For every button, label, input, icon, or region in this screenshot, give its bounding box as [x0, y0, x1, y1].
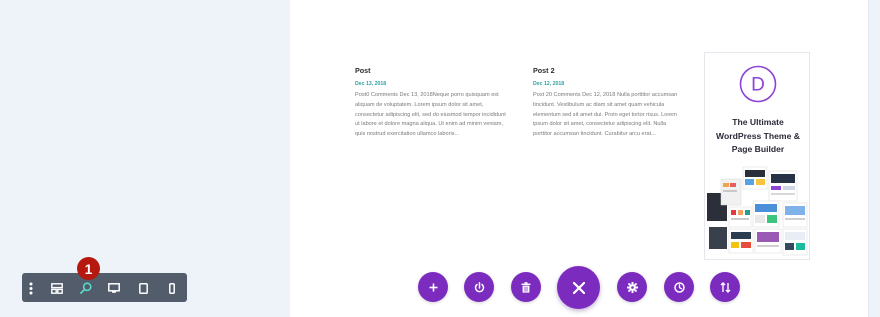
- post-title[interactable]: Post 2: [533, 66, 685, 75]
- tablet-view-icon: [138, 282, 148, 294]
- settings-menu-button[interactable]: [22, 278, 40, 298]
- history-icon: [673, 281, 685, 293]
- wireframe-view-button[interactable]: [47, 278, 67, 298]
- post-excerpt: Post0 Comments Dec 13, 2018Neque porro q…: [355, 92, 506, 138]
- post-date: Dec 12, 2018: [533, 81, 565, 87]
- page-settings-button[interactable]: [617, 272, 647, 302]
- step-number-badge: 1: [77, 257, 100, 280]
- divi-ad-banner[interactable]: D The Ultimate WordPress Theme & Page Bu…: [704, 52, 810, 260]
- sort-button[interactable]: [710, 272, 740, 302]
- zoom-icon: [80, 282, 92, 294]
- close-icon: [572, 281, 585, 294]
- wireframe-view-icon: [51, 282, 63, 294]
- sort-icon: [720, 281, 730, 293]
- phone-view-icon: [169, 282, 175, 294]
- add-icon: [429, 283, 437, 291]
- phone-view-button[interactable]: [162, 278, 182, 298]
- portability-icon: [474, 281, 484, 292]
- editing-history-button[interactable]: [664, 272, 694, 302]
- post-card-1: Post Dec 13, 2018 Post0 Comments Dec 13,…: [355, 66, 507, 140]
- right-gutter: [868, 0, 880, 317]
- tablet-view-button[interactable]: [133, 278, 153, 298]
- close-settings-button[interactable]: [557, 266, 600, 309]
- add-button[interactable]: [418, 272, 448, 302]
- svg-text:D: D: [751, 75, 765, 96]
- post-date: Dec 13, 2018: [355, 81, 387, 87]
- view-mode-toolbar: [22, 273, 187, 302]
- more-vertical-icon: [29, 282, 33, 294]
- zoom-view-button[interactable]: [76, 278, 96, 298]
- settings-icon: [626, 281, 638, 293]
- post-title[interactable]: Post: [355, 66, 507, 75]
- divi-logo-icon: D: [739, 65, 777, 103]
- post-excerpt: Post 20 Comments Dec 12, 2018 Nulla port…: [533, 92, 678, 138]
- ad-heading: The Ultimate WordPress Theme & Page Buil…: [716, 117, 800, 154]
- trash-icon: [521, 281, 531, 293]
- desktop-view-button[interactable]: [104, 278, 124, 298]
- post-card-2: Post 2 Dec 12, 2018 Post 20 Comments Dec…: [533, 66, 685, 140]
- layouts-preview-image: [707, 166, 808, 256]
- portability-button[interactable]: [464, 272, 494, 302]
- clear-layout-button[interactable]: [511, 272, 541, 302]
- desktop-view-icon: [108, 282, 120, 293]
